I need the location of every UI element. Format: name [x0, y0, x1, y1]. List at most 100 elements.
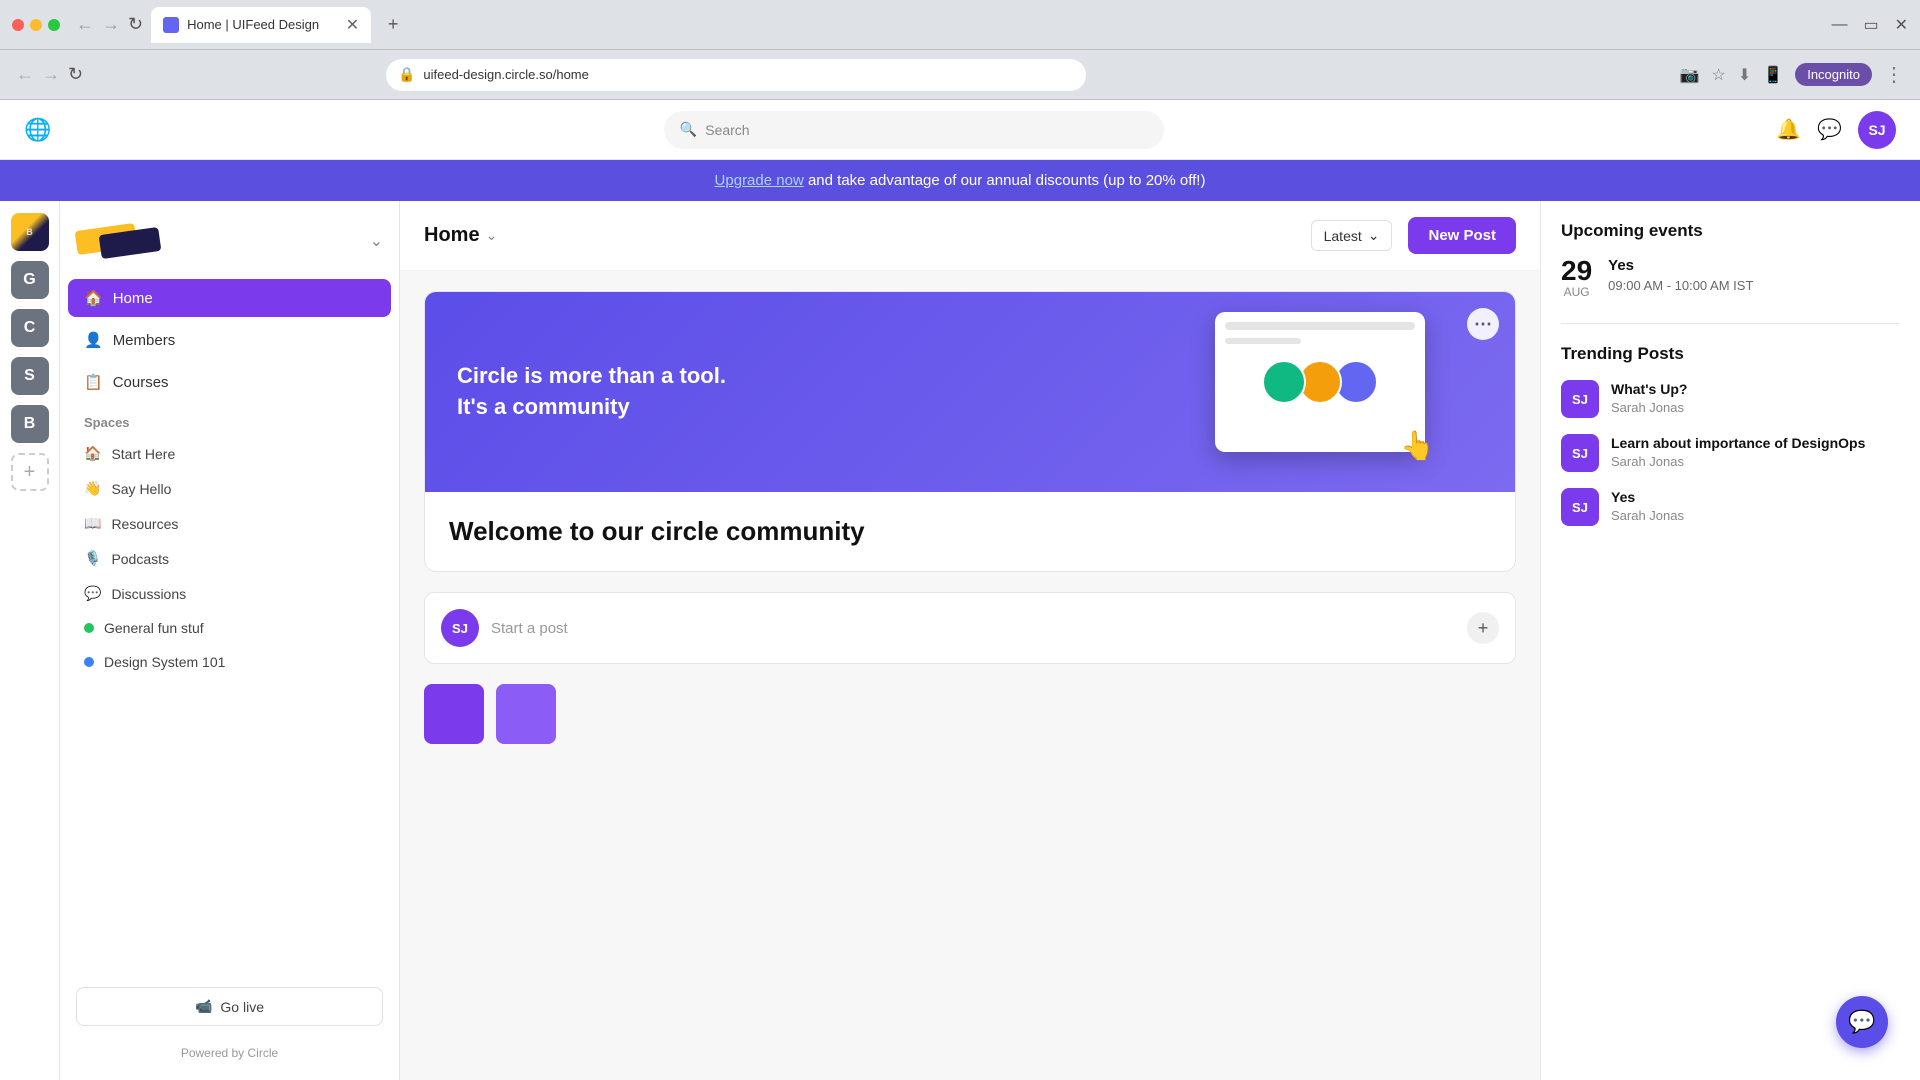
icon-sidebar-c[interactable]: C [11, 309, 49, 347]
mobile-icon[interactable]: 📱 [1763, 65, 1783, 85]
user-avatar[interactable]: SJ [1858, 111, 1896, 149]
space-design-system[interactable]: Design System 101 [68, 646, 391, 678]
trending-avatar-3: SJ [1561, 488, 1599, 526]
post-composer: SJ Start a post + [424, 592, 1516, 664]
camera-off-icon: 📷 [1680, 65, 1700, 85]
home-page-title: Home [424, 224, 480, 247]
latest-sort-btn[interactable]: Latest ⌄ [1311, 220, 1393, 251]
win-close-icon[interactable]: ✕ [1895, 15, 1908, 35]
minimize-window-btn[interactable] [30, 19, 42, 31]
win-minimize-icon[interactable]: — [1831, 16, 1847, 34]
courses-nav-icon: 📋 [84, 373, 103, 391]
event-time: 09:00 AM - 10:00 AM IST [1608, 278, 1753, 293]
space-say-hello[interactable]: 👋 Say Hello [68, 472, 391, 505]
hero-options-btn[interactable]: ⋯ [1467, 308, 1499, 340]
chat-bubble-btn[interactable]: 💬 [1836, 996, 1888, 1048]
event-day: 29 [1561, 257, 1592, 285]
win-restore-icon[interactable]: ▭ [1863, 15, 1878, 35]
trending-avatar-2: SJ [1561, 434, 1599, 472]
upgrade-link[interactable]: Upgrade now [715, 172, 804, 189]
space-general-fun[interactable]: General fun stuf [68, 612, 391, 644]
powered-by: Powered by Circle [60, 1038, 399, 1068]
icon-sidebar-s[interactable]: S [11, 357, 49, 395]
composer-add-btn[interactable]: + [1467, 612, 1499, 644]
url-text: uifeed-design.circle.so/home [423, 67, 588, 82]
spaces-label: Spaces [60, 403, 399, 436]
card-thumb-2 [496, 684, 556, 744]
space-start-here[interactable]: 🏠 Start Here [68, 437, 391, 470]
podcasts-icon: 🎙️ [84, 550, 101, 567]
avatar-1 [1262, 360, 1306, 404]
browser-tab[interactable]: Home | UIFeed Design ✕ [151, 7, 371, 43]
event-name: Yes [1608, 257, 1753, 274]
bookmark-icon[interactable]: ☆ [1712, 65, 1726, 85]
search-bar[interactable]: 🔍 Search [664, 111, 1164, 149]
cursor-icon: 👆 [1400, 429, 1435, 462]
go-live-btn[interactable]: 📹 Go live [76, 987, 383, 1026]
trending-post-author-3: Sarah Jonas [1611, 508, 1684, 523]
start-here-icon: 🏠 [84, 445, 101, 462]
incognito-btn[interactable]: Incognito [1795, 63, 1872, 86]
new-post-btn[interactable]: New Post [1408, 217, 1516, 254]
tab-title: Home | UIFeed Design [187, 17, 319, 32]
members-nav-icon: 👤 [84, 331, 103, 349]
events-title: Upcoming events [1561, 221, 1900, 241]
discussions-icon: 💬 [84, 585, 101, 602]
icon-sidebar-b[interactable]: B [11, 405, 49, 443]
trending-post-title-1: What's Up? [1611, 380, 1687, 398]
sidebar-collapse-icon[interactable]: ⌄ [370, 231, 383, 251]
nav-refresh-btn[interactable]: ↻ [68, 64, 83, 85]
menu-icon[interactable]: ⋮ [1884, 62, 1904, 87]
trending-item-3[interactable]: SJ Yes Sarah Jonas [1561, 488, 1900, 526]
banner-text: and take advantage of our annual discoun… [808, 172, 1206, 189]
nav-home[interactable]: 🏠 Home [68, 279, 391, 317]
upgrade-banner: Upgrade now and take advantage of our an… [0, 160, 1920, 201]
maximize-window-btn[interactable] [48, 19, 60, 31]
new-tab-btn[interactable]: + [379, 11, 407, 39]
divider [1561, 323, 1900, 324]
trending-post-author-2: Sarah Jonas [1611, 454, 1865, 469]
notification-bell-icon[interactable]: 🔔 [1776, 117, 1801, 142]
nav-members-label: Members [113, 332, 176, 349]
home-nav-icon: 🏠 [84, 289, 103, 307]
say-hello-icon: 👋 [84, 480, 101, 497]
icon-sidebar-g[interactable]: G [11, 261, 49, 299]
resources-icon: 📖 [84, 515, 101, 532]
add-community-btn[interactable]: + [11, 453, 49, 491]
trending-post-author-1: Sarah Jonas [1611, 400, 1687, 415]
business-community-icon[interactable]: B [11, 213, 49, 251]
card-thumb-1 [424, 684, 484, 744]
space-discussions[interactable]: 💬 Discussions [68, 577, 391, 610]
refresh-btn[interactable]: ↻ [128, 14, 143, 35]
trending-avatar-1: SJ [1561, 380, 1599, 418]
search-placeholder: Search [705, 122, 749, 138]
trending-item-1[interactable]: SJ What's Up? Sarah Jonas [1561, 380, 1900, 418]
sidebar-header[interactable]: ⌄ [60, 213, 399, 277]
composer-input[interactable]: Start a post [491, 620, 1455, 637]
address-bar[interactable]: 🔒 uifeed-design.circle.so/home [386, 59, 1086, 91]
nav-back-btn[interactable]: ← [16, 64, 34, 85]
video-icon: 📹 [195, 998, 212, 1015]
green-dot-icon [84, 623, 94, 633]
trending-item-2[interactable]: SJ Learn about importance of DesignOps S… [1561, 434, 1900, 472]
home-chevron-icon: ⌄ [486, 227, 498, 244]
chat-icon[interactable]: 💬 [1817, 117, 1842, 142]
close-window-btn[interactable] [12, 19, 24, 31]
event-item: 29 AUG Yes 09:00 AM - 10:00 AM IST [1561, 257, 1900, 299]
trending-title: Trending Posts [1561, 344, 1900, 364]
forward-btn[interactable]: → [102, 14, 120, 35]
bottom-cards-preview [424, 684, 1516, 744]
space-podcasts[interactable]: 🎙️ Podcasts [68, 542, 391, 575]
nav-courses[interactable]: 📋 Courses [68, 363, 391, 401]
download-icon[interactable]: ⬇ [1738, 65, 1751, 85]
blue-dot-icon [84, 657, 94, 667]
nav-home-label: Home [113, 290, 153, 307]
space-resources[interactable]: 📖 Resources [68, 507, 391, 540]
tab-favicon [163, 17, 179, 33]
nav-forward-btn[interactable]: → [42, 64, 60, 85]
back-btn[interactable]: ← [76, 14, 94, 35]
lock-icon: 🔒 [398, 66, 415, 83]
nav-members[interactable]: 👤 Members [68, 321, 391, 359]
tab-close-icon[interactable]: ✕ [346, 15, 359, 35]
hero-banner-text: Circle is more than a tool. It's a commu… [457, 361, 757, 423]
